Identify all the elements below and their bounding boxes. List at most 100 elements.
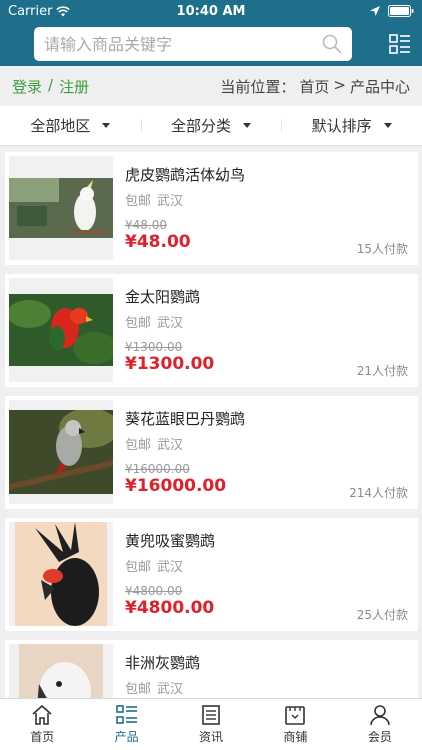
news-icon [202, 705, 220, 725]
tab-member[interactable]: 会员 [338, 699, 422, 750]
original-price: ¥48.00 [125, 218, 167, 232]
product-info: 虎皮鹦鹉活体幼鸟 包邮 武汉 ¥48.00 ¥48.00 15人付款 [113, 152, 418, 265]
product-info: 葵花蓝眼巴丹鹦鹉 包邮 武汉 ¥16000.00 ¥16000.00 214人付… [113, 396, 418, 509]
product-image [9, 644, 113, 700]
sold-count: 21人付款 [356, 364, 408, 378]
shipping-tag: 包邮 [125, 682, 152, 697]
breadcrumb-home[interactable]: 首页 [299, 76, 329, 97]
grey-parrot-photo [9, 410, 113, 494]
filter-bar: 全部地区 全部分类 默认排序 [0, 106, 422, 146]
search-input[interactable] [44, 34, 322, 54]
product-list: 虎皮鹦鹉活体幼鸟 包邮 武汉 ¥48.00 ¥48.00 15人付款 金太阳鹦鹉 [0, 150, 422, 700]
sale-price: ¥1300.00 [125, 354, 215, 374]
breadcrumb-current: 产品中心 [349, 77, 410, 96]
product-info: 黄兜吸蜜鹦鹉 包邮 武汉 ¥4800.00 ¥4800.00 25人付款 [113, 518, 418, 631]
caret-down-icon [243, 123, 252, 128]
product-title: 葵花蓝眼巴丹鹦鹉 [125, 410, 246, 428]
city-tag: 武汉 [157, 194, 184, 209]
original-price: ¥4800.00 [125, 584, 183, 598]
menu-grid-icon[interactable] [388, 32, 412, 56]
sold-count: 15人付款 [356, 242, 408, 256]
shipping-tag: 包邮 [125, 560, 152, 575]
product-image [9, 400, 113, 504]
product-image [9, 156, 113, 260]
filter-sort[interactable]: 默认排序 [281, 115, 422, 136]
tab-news[interactable]: 资讯 [169, 699, 253, 750]
breadcrumb: 当前位置： 首页 > 产品中心 [220, 76, 410, 97]
tab-home-label: 首页 [30, 730, 55, 744]
filter-category[interactable]: 全部分类 [140, 115, 282, 136]
product-image [9, 278, 113, 382]
auth-separator: / [48, 75, 54, 94]
carrier-label: Carrier [8, 3, 53, 19]
bottom-tab-bar: 首页 产品 资讯 商铺 会员 [0, 698, 422, 750]
tab-products-label: 产品 [114, 730, 139, 744]
breadcrumb-label: 当前位置： [220, 77, 296, 96]
city-tag: 武汉 [157, 316, 184, 331]
tab-store[interactable]: 商铺 [253, 699, 337, 750]
filter-category-label: 全部分类 [171, 117, 232, 135]
product-title: 黄兜吸蜜鹦鹉 [125, 532, 216, 550]
shipping-tag: 包邮 [125, 438, 152, 453]
sale-price: ¥4800.00 [125, 598, 215, 618]
tab-news-label: 资讯 [199, 730, 224, 744]
product-meta: 包邮 武汉 [125, 556, 183, 575]
status-bar: Carrier 10:40 AM [0, 0, 422, 22]
user-icon [370, 705, 390, 726]
white-cockatoo-photo [19, 644, 103, 700]
product-meta: 包邮 武汉 [125, 312, 183, 331]
original-price: ¥16000.00 [125, 462, 190, 476]
palm-cockatoo-photo [15, 522, 107, 626]
auth-links: 登录 / 注册 [12, 76, 89, 97]
cockatoo-photo [9, 178, 113, 238]
city-tag: 武汉 [157, 682, 184, 697]
product-image [9, 522, 113, 626]
shipping-tag: 包邮 [125, 316, 152, 331]
battery-icon [388, 5, 414, 17]
product-title: 虎皮鹦鹉活体幼鸟 [125, 166, 246, 184]
tab-products[interactable]: 产品 [84, 699, 168, 750]
subheader: 登录 / 注册 当前位置： 首页 > 产品中心 [0, 66, 422, 106]
parrot-photo [9, 294, 113, 366]
filter-sort-label: 默认排序 [311, 117, 372, 135]
filter-region-label: 全部地区 [30, 117, 91, 135]
product-title: 非洲灰鹦鹉 [125, 654, 201, 672]
city-tag: 武汉 [157, 560, 184, 575]
product-card[interactable]: 虎皮鹦鹉活体幼鸟 包邮 武汉 ¥48.00 ¥48.00 15人付款 [5, 152, 418, 265]
store-icon [285, 706, 306, 725]
shipping-tag: 包邮 [125, 194, 152, 209]
city-tag: 武汉 [157, 438, 184, 453]
original-price: ¥1300.00 [125, 340, 183, 354]
register-link[interactable]: 注册 [59, 76, 89, 97]
sale-price: ¥48.00 [125, 232, 191, 252]
tab-home[interactable]: 首页 [0, 699, 84, 750]
product-card[interactable]: 葵花蓝眼巴丹鹦鹉 包邮 武汉 ¥16000.00 ¥16000.00 214人付… [5, 396, 418, 509]
product-meta: 包邮 武汉 [125, 434, 183, 453]
product-meta: 包邮 武汉 [125, 678, 183, 697]
breadcrumb-arrow: > [333, 75, 346, 94]
list-icon [115, 705, 137, 724]
sold-count: 214人付款 [349, 486, 408, 500]
product-card[interactable]: 黄兜吸蜜鹦鹉 包邮 武汉 ¥4800.00 ¥4800.00 25人付款 [5, 518, 418, 631]
product-info: 非洲灰鹦鹉 包邮 武汉 [113, 640, 418, 700]
login-link[interactable]: 登录 [12, 76, 42, 97]
product-card[interactable]: 金太阳鹦鹉 包邮 武汉 ¥1300.00 ¥1300.00 21人付款 [5, 274, 418, 387]
product-info: 金太阳鹦鹉 包邮 武汉 ¥1300.00 ¥1300.00 21人付款 [113, 274, 418, 387]
product-card[interactable]: 非洲灰鹦鹉 包邮 武汉 [5, 640, 418, 700]
search-box[interactable] [34, 27, 352, 61]
sold-count: 25人付款 [356, 608, 408, 622]
product-meta: 包邮 武汉 [125, 190, 183, 209]
home-icon [32, 704, 52, 725]
wifi-icon [56, 5, 71, 16]
location-arrow-icon [370, 6, 380, 16]
carrier-info: Carrier [8, 3, 71, 19]
search-icon[interactable] [322, 34, 342, 54]
product-title: 金太阳鹦鹉 [125, 288, 201, 306]
filter-region[interactable]: 全部地区 [0, 115, 141, 136]
caret-down-icon [102, 123, 111, 128]
top-header [0, 22, 422, 66]
caret-down-icon [383, 123, 392, 128]
tab-store-label: 商铺 [283, 730, 308, 744]
sale-price: ¥16000.00 [125, 476, 227, 496]
tab-member-label: 会员 [367, 730, 392, 744]
